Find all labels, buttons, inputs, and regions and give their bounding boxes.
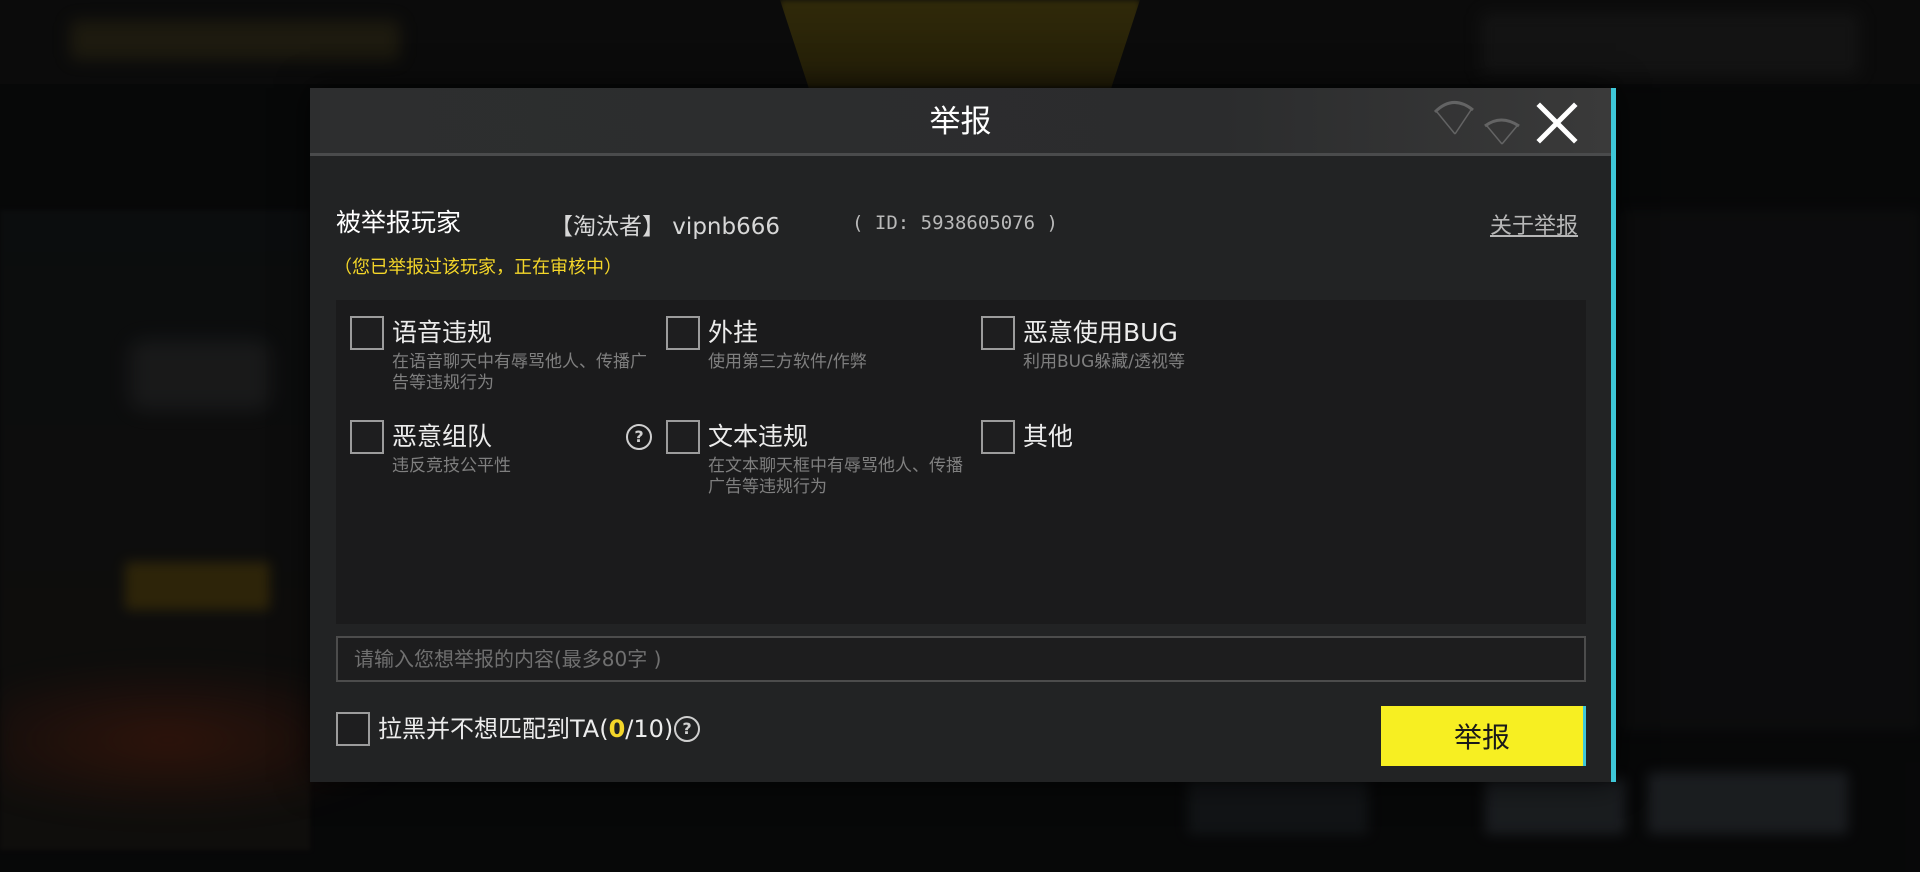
reason-bug-checkbox[interactable] <box>981 316 1015 350</box>
block-label-prefix: 拉黑并不想匹配到TA( <box>378 715 609 743</box>
submit-report-button[interactable]: 举报 <box>1381 706 1583 766</box>
dialog-header: 举报 <box>310 88 1611 156</box>
report-reason-panel: 语音违规 在语音聊天中有辱骂他人、传播广告等违规行为 外挂 使用第三方软件/作弊… <box>336 300 1586 624</box>
reason-cheating-checkbox[interactable] <box>666 316 700 350</box>
reason-teaming-checkbox[interactable] <box>350 420 384 454</box>
reason-text-checkbox[interactable] <box>666 420 700 454</box>
about-report-link[interactable]: 关于举报 <box>1490 208 1578 240</box>
reason-label: 语音违规 <box>392 318 493 347</box>
help-icon[interactable]: ? <box>674 716 700 742</box>
reason-description: 在文本聊天框中有辱骂他人、传播广告等违规行为 <box>708 456 963 497</box>
reason-description: 违反竞技公平性 <box>392 456 511 476</box>
block-label-suffix: /10) <box>625 715 674 743</box>
reason-description: 在语音聊天中有辱骂他人、传播广告等违规行为 <box>392 352 647 393</box>
help-icon[interactable]: ? <box>626 424 652 450</box>
close-button[interactable] <box>1532 98 1582 148</box>
block-player-label: 拉黑并不想匹配到TA(0/10) <box>378 712 673 746</box>
reason-label: 恶意使用BUG <box>1023 318 1178 347</box>
block-count: 0 <box>608 715 626 743</box>
reason-description: 利用BUG躲藏/透视等 <box>1023 352 1186 372</box>
reason-description: 使用第三方软件/作弊 <box>708 352 867 372</box>
reason-other-checkbox[interactable] <box>981 420 1015 454</box>
report-dialog: 举报 被举报玩家 【淘汰者】 vipnb666 ( ID: 5938605076… <box>310 88 1616 782</box>
block-player-checkbox[interactable] <box>336 712 370 746</box>
reason-label: 恶意组队 <box>392 422 493 451</box>
reported-player-label: 被举报玩家 <box>336 208 462 237</box>
reported-player-name: 【淘汰者】 vipnb666 <box>550 214 780 240</box>
report-details-input[interactable] <box>336 636 1586 682</box>
reason-label: 文本违规 <box>708 422 809 451</box>
dialog-title: 举报 <box>929 104 992 140</box>
report-status-note: （您已举报过该玩家，正在审核中） <box>334 257 622 278</box>
reported-player-id: ( ID: 5938605076 ) <box>852 212 1058 234</box>
reason-label: 外挂 <box>708 318 759 347</box>
reason-voice-checkbox[interactable] <box>350 316 384 350</box>
reason-label: 其他 <box>1023 422 1074 451</box>
close-icon <box>1536 102 1578 144</box>
